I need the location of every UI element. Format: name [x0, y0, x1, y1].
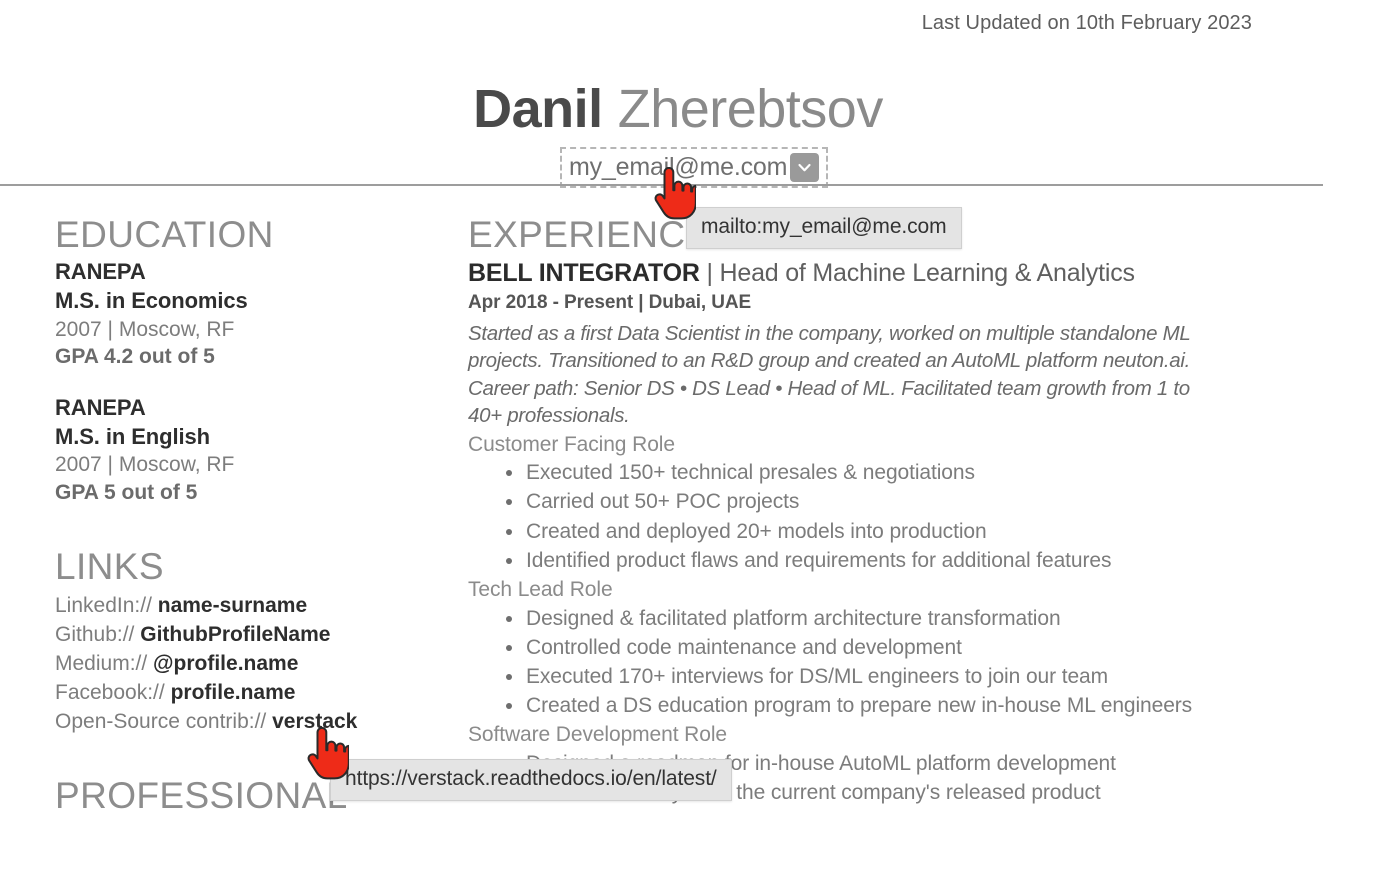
link-label: Medium://: [55, 651, 148, 675]
link-row-facebook[interactable]: Facebook:// profile.name: [55, 679, 445, 708]
list-item: Designed & facilitated platform architec…: [468, 604, 1228, 633]
education-entry: RANEPA M.S. in Economics 2007 | Moscow, …: [55, 257, 445, 371]
email-select[interactable]: my_email@me.com: [560, 147, 828, 188]
list-item: Carried out 50+ POC projects: [468, 487, 1228, 516]
education-date-location: 2007 | Moscow, RF: [55, 453, 235, 476]
link-row-github[interactable]: Github:// GithubProfileName: [55, 621, 445, 650]
links-section: LINKS LinkedIn:// name-surname Github://…: [55, 546, 445, 736]
chevron-down-icon[interactable]: [790, 153, 819, 182]
education-school: RANEPA: [55, 394, 146, 420]
link-label: Open-Source contrib://: [55, 709, 267, 733]
list-item: Created and deployed 20+ models into pro…: [468, 517, 1228, 546]
bullet-list: Designed & facilitated platform architec…: [468, 604, 1228, 721]
link-row-open-source[interactable]: Open-Source contrib:// verstack: [55, 708, 445, 737]
link-value[interactable]: verstack: [272, 710, 357, 733]
education-date-location: 2007 | Moscow, RF: [55, 317, 235, 341]
job-company: BELL INTEGRATOR: [468, 259, 700, 288]
link-label: LinkedIn://: [55, 593, 152, 617]
link-label: Github://: [55, 622, 135, 646]
education-degree: M.S. in Economics: [55, 288, 248, 314]
list-item: Created a DS education program to prepar…: [468, 691, 1228, 720]
link-row-medium[interactable]: Medium:// @profile.name: [55, 650, 445, 679]
list-item: Identified product flaws and requirement…: [468, 546, 1228, 575]
job-role: | Head of Machine Learning & Analytics: [699, 259, 1135, 288]
role-group-customer-facing: Customer Facing Role Executed 150+ techn…: [468, 431, 1228, 575]
last-updated-text: Last Updated on 10th February 2023: [921, 12, 1252, 34]
education-gpa: GPA 5 out of 5: [55, 480, 198, 504]
link-value[interactable]: profile.name: [171, 681, 296, 704]
education-school: RANEPA: [55, 259, 146, 285]
role-heading: Tech Lead Role: [468, 577, 613, 601]
education-gpa: GPA 4.2 out of 5: [55, 345, 215, 369]
link-value[interactable]: name-surname: [158, 594, 307, 617]
list-item: Controlled code maintenance and developm…: [468, 633, 1228, 662]
education-section: EDUCATION RANEPA M.S. in Economics 2007 …: [55, 214, 445, 506]
header-divider: [0, 184, 1323, 186]
education-degree: M.S. in English: [55, 423, 210, 449]
link-value[interactable]: @profile.name: [153, 652, 298, 675]
role-heading: Software Development Role: [468, 723, 727, 747]
tooltip-url: https://verstack.readthedocs.io/en/lates…: [330, 759, 732, 801]
link-value[interactable]: GithubProfileName: [140, 623, 330, 646]
link-label: Facebook://: [55, 680, 165, 704]
job-description: Started as a first Data Scientist in the…: [468, 321, 1191, 372]
job-description: Career path: Senior DS • DS Lead • Head …: [468, 377, 1190, 427]
job-title-line: BELL INTEGRATOR | Head of Machine Learni…: [468, 257, 1228, 289]
first-name: Danil: [473, 79, 603, 139]
bullet-list: Executed 150+ technical presales & negot…: [468, 458, 1228, 575]
list-item: Executed 150+ technical presales & negot…: [468, 458, 1228, 487]
education-entry: RANEPA M.S. in English 2007 | Moscow, RF…: [55, 393, 445, 507]
role-heading: Customer Facing Role: [468, 432, 675, 456]
role-group-tech-lead: Tech Lead Role Designed & facilitated pl…: [468, 576, 1228, 720]
job-meta: Apr 2018 - Present | Dubai, UAE: [468, 292, 752, 314]
education-heading: EDUCATION: [55, 214, 274, 255]
tooltip-mailto: mailto:my_email@me.com: [686, 207, 962, 249]
list-item: Executed 170+ interviews for DS/ML engin…: [468, 662, 1228, 691]
last-name: Zherebtsov: [617, 79, 884, 139]
email-value[interactable]: my_email@me.com: [569, 153, 790, 182]
right-column: EXPERIENCE BELL INTEGRATOR | Head of Mac…: [468, 214, 1228, 808]
page-title: Danil Zherebtsov: [0, 82, 1356, 136]
link-row-linkedin[interactable]: LinkedIn:// name-surname: [55, 592, 445, 621]
links-heading: LINKS: [55, 546, 164, 588]
left-column: EDUCATION RANEPA M.S. in Economics 2007 …: [55, 214, 445, 816]
